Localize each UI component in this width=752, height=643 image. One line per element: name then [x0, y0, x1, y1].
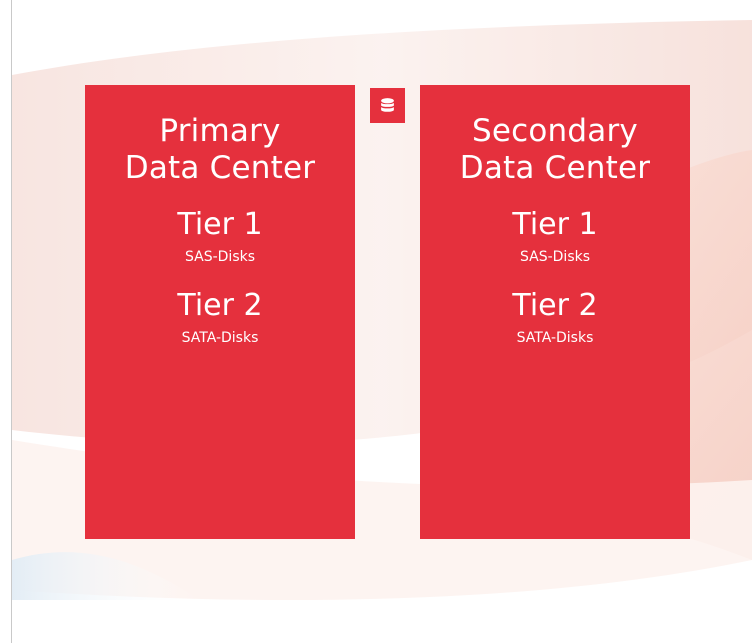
database-icon [370, 88, 405, 123]
tier-2-disk-type: SATA-Disks [181, 330, 259, 346]
tier-1-disk-type: SAS-Disks [184, 249, 256, 265]
database-icon-glyph [381, 98, 394, 112]
tier-1-label: Tier 1 [512, 207, 598, 242]
panel-title: Primary Data Center [85, 113, 355, 187]
panel-title-line-1: Primary [159, 113, 281, 149]
tier-1-label: Tier 1 [177, 207, 263, 242]
left-border-line [11, 0, 12, 643]
tier-2-label: Tier 2 [512, 288, 598, 323]
panel-title-line-2: Data Center [459, 150, 651, 186]
secondary-data-center-panel: Secondary Data Center Tier 1 SAS-Disks T… [420, 85, 690, 539]
tier-1-disk-type: SAS-Disks [519, 249, 591, 265]
primary-data-center-panel: Primary Data Center Tier 1 SAS-Disks Tie… [85, 85, 355, 539]
panel-title-line-1: Secondary [472, 113, 638, 149]
tier-2-label: Tier 2 [177, 288, 263, 323]
tier-2-disk-type: SATA-Disks [516, 330, 594, 346]
panel-title-line-2: Data Center [124, 150, 316, 186]
panel-title: Secondary Data Center [420, 113, 690, 187]
